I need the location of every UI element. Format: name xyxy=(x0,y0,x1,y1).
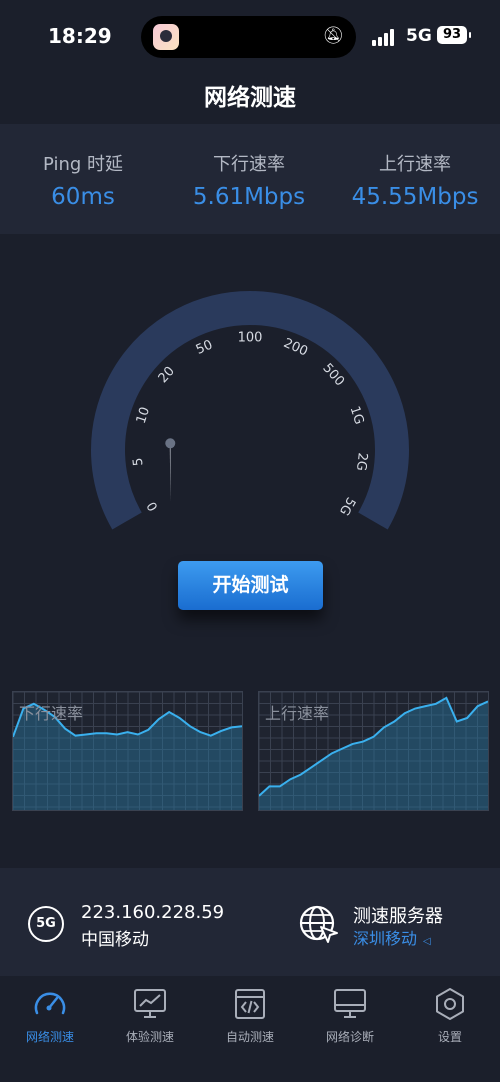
avatar xyxy=(153,24,179,50)
gauge-tick-label: 1G xyxy=(347,404,367,426)
battery-icon: 93 xyxy=(437,26,471,44)
monitor-chart-icon xyxy=(134,989,166,1018)
stat-value: 60ms xyxy=(51,184,115,210)
gauge-tick-label: 5 xyxy=(131,457,147,467)
stat-value: 45.55Mbps xyxy=(351,184,479,210)
tab-settings[interactable]: 设置 xyxy=(400,986,500,1045)
status-time: 18:29 xyxy=(48,24,112,48)
globe-cursor-icon[interactable] xyxy=(299,905,339,945)
carrier-name: 中国移动 xyxy=(81,930,149,950)
hexagon-gear-icon xyxy=(436,988,464,1020)
gauge-tick-label: 50 xyxy=(194,337,215,357)
start-test-button[interactable]: 开始测试 xyxy=(178,561,323,610)
upload-chart-label: 上行速率 xyxy=(265,704,330,723)
tab-bar: 网络测速 体验测速 自动测速 网络诊断 设置 xyxy=(0,978,500,1082)
stat-download: 下行速率 5.61Mbps xyxy=(166,150,332,210)
5g-badge-icon: 5G xyxy=(28,906,64,942)
tab-label: 体验测速 xyxy=(125,1030,174,1044)
gauge-tick-label: 5G xyxy=(336,494,358,517)
gauge-needle-tip xyxy=(165,438,176,449)
stat-ping: Ping 时延 60ms xyxy=(0,150,166,210)
signal-icon xyxy=(372,28,398,46)
gauge-tick-label: 200 xyxy=(281,336,310,360)
gauge-tick-label: 100 xyxy=(238,331,263,346)
page-title: 网络测速 xyxy=(204,85,296,111)
gauge-tick-label: 2G xyxy=(353,452,370,472)
upload-chart: 上行速率 xyxy=(258,691,489,811)
stat-upload: 上行速率 45.55Mbps xyxy=(332,150,498,210)
download-chart: 下行速率 xyxy=(12,691,243,811)
status-bar: 18:29 🔕︎ 5G 93 xyxy=(0,0,500,72)
tab-diagnosis[interactable]: 网络诊断 xyxy=(300,986,400,1045)
speed-gauge: 05102050 100 2005001G2G5G xyxy=(91,291,409,530)
tab-speedtest[interactable]: 网络测速 xyxy=(0,986,100,1045)
tab-label: 设置 xyxy=(437,1030,462,1044)
stat-label: 上行速率 xyxy=(379,154,451,175)
stats-panel: Ping 时延 60ms 下行速率 5.61Mbps 上行速率 45.55Mbp… xyxy=(0,124,500,234)
bell-slash-icon: 🔕︎ xyxy=(322,26,344,46)
server-name: 深圳移动 xyxy=(353,929,418,948)
stat-label: 下行速率 xyxy=(213,154,285,175)
stat-value: 5.61Mbps xyxy=(192,184,306,210)
gauge-tick-label: 10 xyxy=(134,405,153,425)
speedometer-icon xyxy=(34,992,66,1015)
gauge-tick-label: 0 xyxy=(144,499,161,514)
gauge-tick-label: 20 xyxy=(156,364,178,386)
tab-experience[interactable]: 体验测速 xyxy=(100,986,200,1045)
network-type: 5G xyxy=(406,26,432,46)
tab-label: 网络诊断 xyxy=(325,1030,374,1044)
stat-label: Ping 时延 xyxy=(42,154,123,175)
tab-label: 网络测速 xyxy=(25,1030,74,1044)
code-icon xyxy=(235,989,265,1019)
caret-left-icon: ◁ xyxy=(423,936,431,947)
monitor-icon xyxy=(334,989,366,1018)
tab-label: 自动测速 xyxy=(225,1030,274,1044)
tab-auto-test[interactable]: 自动测速 xyxy=(200,986,300,1045)
network-info-bar: 5G 223.160.228.59 中国移动 测速服务器 深圳移动 ◁ xyxy=(0,868,500,976)
server-select[interactable]: 深圳移动 ◁ xyxy=(353,925,431,949)
dynamic-island: 🔕︎ xyxy=(141,16,356,58)
ip-address: 223.160.228.59 xyxy=(81,902,225,923)
download-chart-label: 下行速率 xyxy=(19,704,84,723)
